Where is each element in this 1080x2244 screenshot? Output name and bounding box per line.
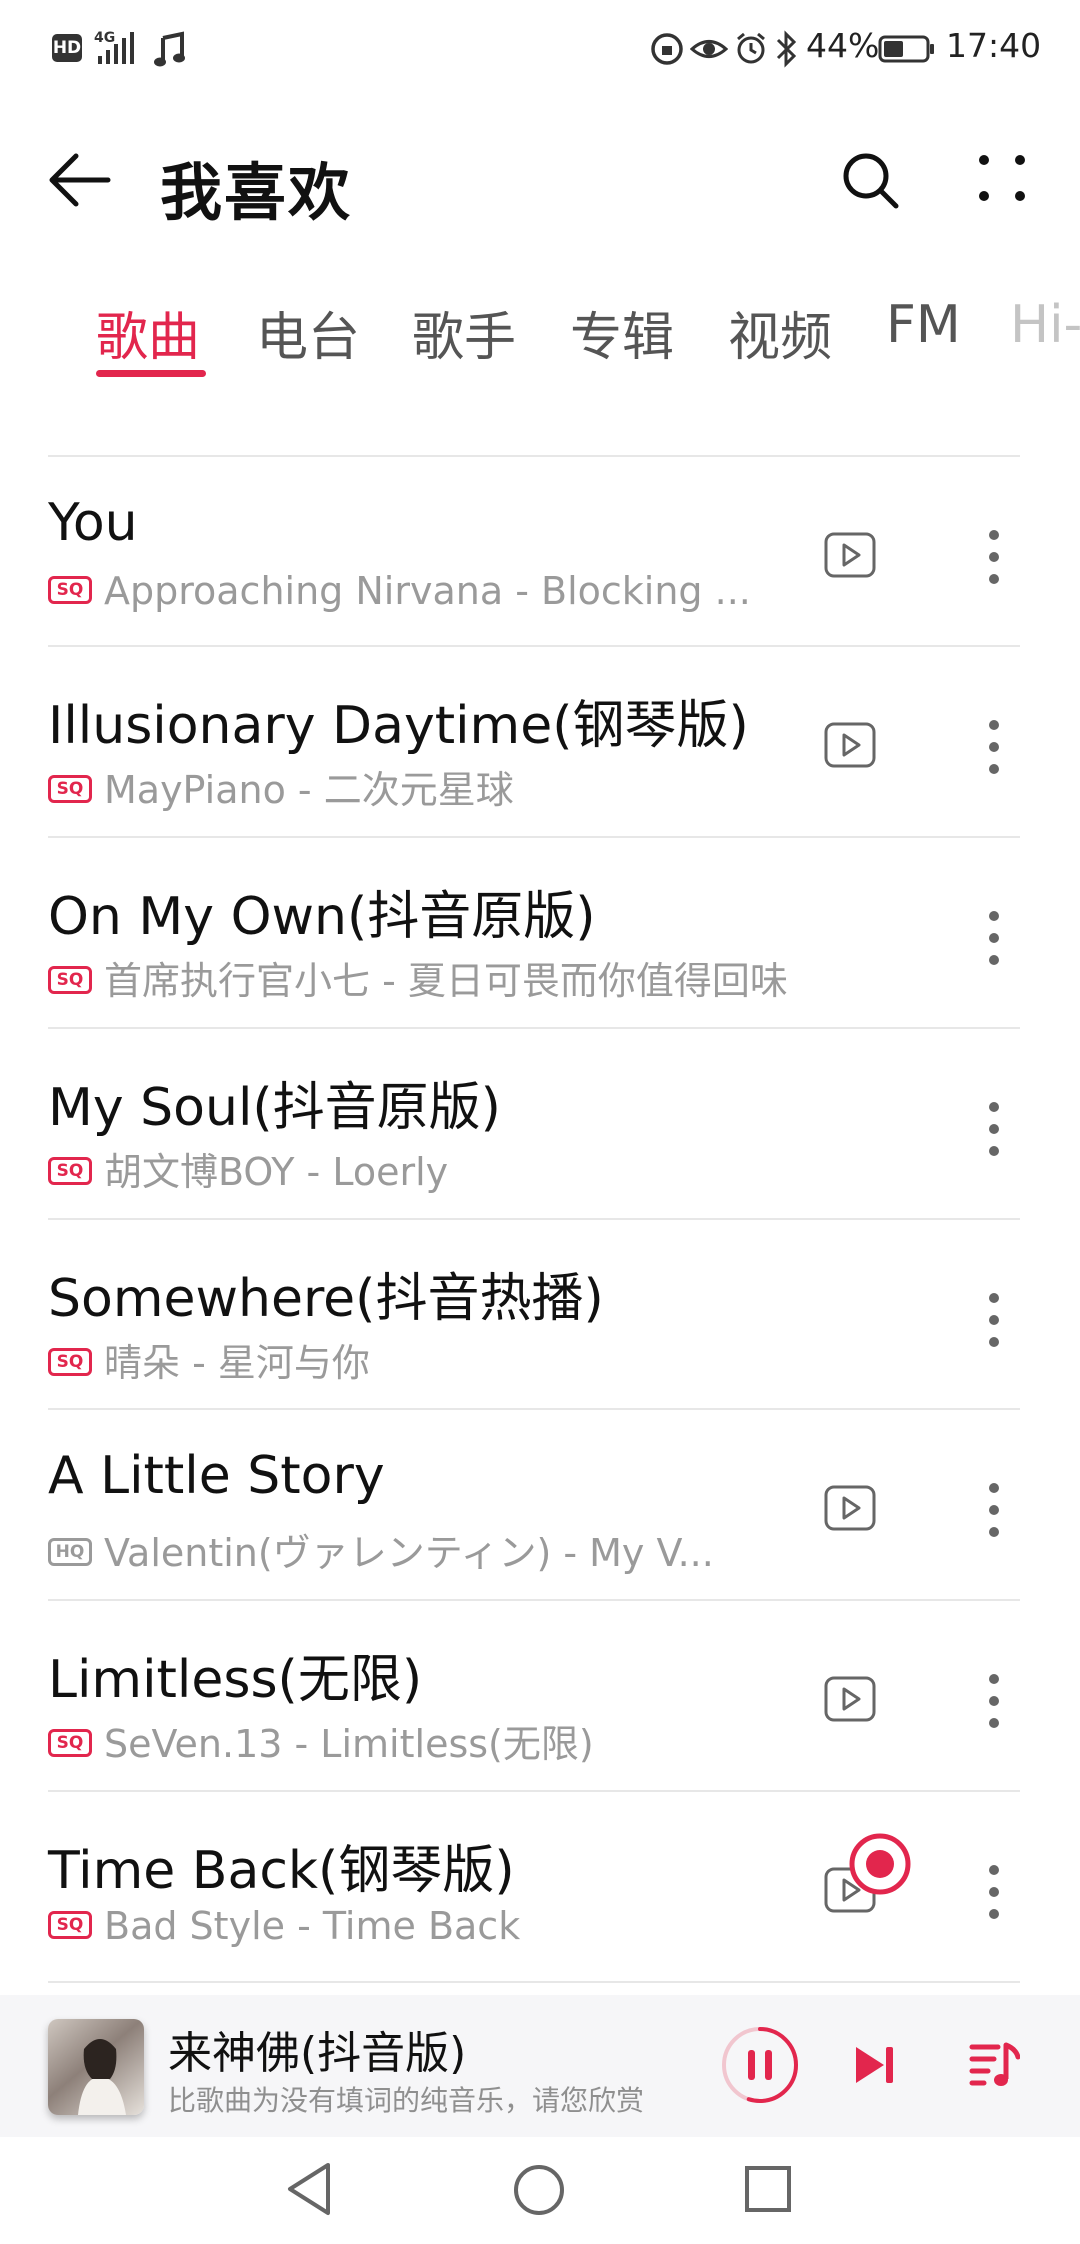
now-playing-subtitle: 比歌曲为没有填词的纯音乐，请您欣赏: [168, 2084, 645, 2117]
quality-badge: SQ: [48, 965, 92, 994]
song-more-icon[interactable]: [984, 1671, 1004, 1731]
song-artist-album: 晴朵 - 星河与你: [104, 1341, 370, 1385]
status-bar: HD 4G 44% 17:40: [0, 0, 1080, 96]
song-subtitle: HQ Valentin(ヴァレンティン) - My V...: [48, 1522, 714, 1577]
mini-player[interactable]: 来神佛(抖音版) 比歌曲为没有填词的纯音乐，请您欣赏: [0, 1995, 1080, 2137]
song-more-icon[interactable]: [984, 908, 1004, 968]
nav-home-icon[interactable]: [512, 2163, 566, 2217]
album-art-image: [78, 2039, 126, 2115]
tab-songs[interactable]: 歌曲: [96, 295, 200, 370]
song-row[interactable]: On My Own(抖音原版) SQ 首席执行官小七 - 夏日可畏而你值得回味: [0, 838, 1080, 1028]
song-more-icon[interactable]: [984, 1290, 1004, 1350]
song-subtitle: SQ 胡文博BOY - Loerly: [48, 1141, 448, 1196]
song-title: A Little Story: [48, 1446, 385, 1506]
back-arrow-icon[interactable]: [46, 150, 112, 210]
tab-fm[interactable]: FM: [886, 295, 961, 355]
song-row[interactable]: Somewhere(抖音热播) SQ 晴朵 - 星河与你: [0, 1220, 1080, 1410]
next-track-icon[interactable]: [852, 2041, 898, 2089]
now-playing-title: 来神佛(抖音版): [168, 2028, 467, 2079]
song-artist-album: SeVen.13 - Limitless(无限): [104, 1722, 594, 1766]
quality-badge: SQ: [48, 774, 92, 803]
album-art[interactable]: [48, 2019, 144, 2115]
song-artist-album: MayPiano - 二次元星球: [104, 768, 514, 812]
song-row[interactable]: Illusionary Daytime(钢琴版) SQ MayPiano - 二次…: [0, 647, 1080, 837]
song-subtitle: SQ 晴朵 - 星河与你: [48, 1332, 370, 1387]
mv-play-icon[interactable]: [824, 722, 876, 768]
song-artist-album: 首席执行官小七 - 夏日可畏而你值得回味: [104, 959, 788, 1003]
screen-record-icon[interactable]: [848, 1832, 912, 1896]
song-row[interactable]: A Little Story HQ Valentin(ヴァレンティン) - My …: [0, 1410, 1080, 1600]
nav-back-icon[interactable]: [284, 2161, 334, 2217]
song-more-icon[interactable]: [984, 1480, 1004, 1540]
tab-videos[interactable]: 视频: [728, 295, 832, 370]
song-subtitle: SQ Approaching Nirvana - Blocking ...: [48, 569, 751, 613]
row-divider: [48, 1981, 1020, 1983]
quality-badge: SQ: [48, 1910, 92, 1939]
song-title: My Soul(抖音原版): [48, 1078, 501, 1138]
song-row[interactable]: Limitless(无限) SQ SeVen.13 - Limitless(无限): [0, 1601, 1080, 1791]
song-artist-album: Valentin(ヴァレンティン) - My V...: [104, 1531, 714, 1575]
clock: 17:40: [946, 26, 1042, 65]
hd-indicator: HD: [52, 34, 82, 62]
song-more-icon[interactable]: [984, 1862, 1004, 1922]
alarm-icon: [737, 32, 765, 64]
song-subtitle: SQ MayPiano - 二次元星球: [48, 759, 514, 814]
song-artist-album: 胡文博BOY - Loerly: [104, 1150, 449, 1194]
lock-rotation-icon: [651, 33, 683, 65]
search-icon[interactable]: [840, 150, 902, 212]
network-indicator: 4G: [94, 30, 144, 66]
quality-badge: SQ: [48, 1156, 92, 1185]
song-more-icon[interactable]: [984, 527, 1004, 587]
active-tab-indicator: [96, 370, 206, 377]
song-title: You: [48, 493, 138, 553]
song-title: Somewhere(抖音热播): [48, 1269, 604, 1329]
song-more-icon[interactable]: [984, 717, 1004, 777]
song-artist-album: Approaching Nirvana - Blocking ...: [104, 569, 751, 613]
more-dots-icon[interactable]: [976, 150, 1028, 212]
song-title: Limitless(无限): [48, 1650, 423, 1710]
mv-play-icon[interactable]: [824, 1485, 876, 1531]
playlist-icon[interactable]: [968, 2039, 1020, 2091]
song-row[interactable]: You SQ Approaching Nirvana - Blocking ...: [0, 457, 1080, 647]
tab-artists[interactable]: 歌手: [412, 295, 516, 370]
song-title: On My Own(抖音原版): [48, 887, 596, 947]
eye-comfort-icon: [690, 40, 728, 58]
song-subtitle: SQ Bad Style - Time Back: [48, 1904, 520, 1948]
song-subtitle: SQ 首席执行官小七 - 夏日可畏而你值得回味: [48, 950, 788, 1005]
quality-badge: SQ: [48, 1728, 92, 1757]
quality-badge: SQ: [48, 1347, 92, 1376]
quality-badge: HQ: [48, 1537, 92, 1566]
system-navigation-bar: [0, 2137, 1080, 2244]
song-subtitle: SQ SeVen.13 - Limitless(无限): [48, 1713, 594, 1768]
tab-hifi[interactable]: Hi-: [1010, 295, 1080, 355]
song-row[interactable]: Time Back(钢琴版) SQ Bad Style - Time Back: [0, 1792, 1080, 1982]
tab-albums[interactable]: 专辑: [570, 295, 674, 370]
mv-play-icon[interactable]: [824, 532, 876, 578]
battery-icon: [878, 35, 934, 63]
pause-button[interactable]: [718, 2023, 802, 2107]
nav-recents-icon[interactable]: [744, 2165, 792, 2213]
page-title: 我喜欢: [160, 156, 353, 229]
song-title: Illusionary Daytime(钢琴版): [48, 696, 749, 756]
bluetooth-icon: [776, 30, 797, 68]
quality-badge: SQ: [48, 575, 92, 604]
mv-play-icon[interactable]: [824, 1676, 876, 1722]
song-more-icon[interactable]: [984, 1099, 1004, 1159]
song-row[interactable]: My Soul(抖音原版) SQ 胡文博BOY - Loerly: [0, 1029, 1080, 1219]
battery-percent: 44%: [806, 26, 880, 65]
music-note-icon: [154, 31, 185, 67]
tab-radio[interactable]: 电台: [256, 295, 360, 370]
song-title: Time Back(钢琴版): [48, 1841, 515, 1901]
song-artist-album: Bad Style - Time Back: [104, 1904, 521, 1948]
